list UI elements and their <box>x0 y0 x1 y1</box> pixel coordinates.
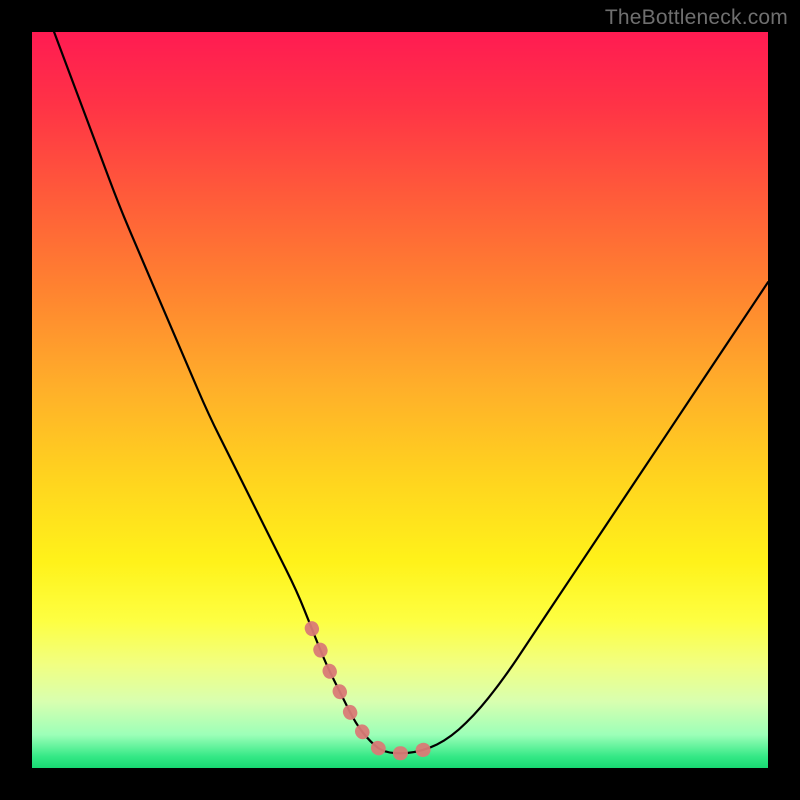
optimal-range-highlight <box>312 628 445 753</box>
bottleneck-curve <box>54 32 768 753</box>
chart-svg <box>32 32 768 768</box>
plot-area <box>32 32 768 768</box>
watermark-text: TheBottleneck.com <box>605 6 788 30</box>
chart-frame: TheBottleneck.com <box>0 0 800 800</box>
